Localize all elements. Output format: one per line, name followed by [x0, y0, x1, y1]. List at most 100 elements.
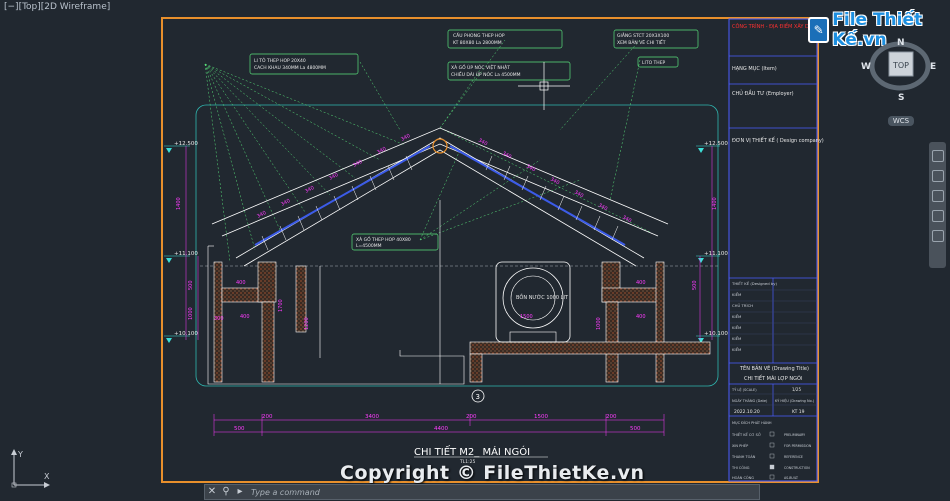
svg-text:400: 400 [636, 280, 646, 286]
callout-1-line1: LI TÔ THEP HOP 20X40 [254, 57, 306, 64]
svg-text:340: 340 [256, 210, 267, 220]
dim-bottom-5: 200 [606, 414, 617, 420]
callout-1-line2: CACH KHAU 340MM La 4800MM [254, 65, 326, 71]
tb-stage-en-5: AS-BUILT [784, 476, 798, 480]
dim-total: 4400 [434, 426, 448, 432]
callout-2-line2: KT 80X80 La 2800MM [453, 40, 502, 46]
svg-text:340: 340 [376, 146, 387, 156]
svg-text:500: 500 [692, 280, 698, 290]
tb-designer: ĐƠN VỊ THIẾT KẾ ( Design company) [732, 136, 824, 144]
command-input[interactable] [247, 485, 759, 499]
drawing-canvas[interactable]: LI TÔ THEP HOP 20X40 CACH KHAU 340MM La … [0, 0, 950, 501]
tb-team-row-6: KIỂM [732, 347, 741, 352]
svg-text:400: 400 [236, 280, 246, 286]
section-marker-label: 3 [476, 393, 480, 401]
svg-text:340: 340 [280, 198, 291, 208]
callout-5: LITO THEP [642, 60, 666, 66]
tb-stage-1: THIẾT KẾ CƠ SỞ [731, 431, 761, 437]
tb-stage-en-4: CONSTRUCTION [784, 466, 810, 470]
ucs-x-label: X [44, 472, 50, 481]
callout-4-line1: GIẰNG STCT 20X3X100 [617, 31, 669, 39]
dim-bottom-4: 1500 [534, 414, 548, 420]
tb-drawing-title: CHI TIẾT MÁI LỢP NGÓI [744, 374, 802, 382]
svg-text:340: 340 [304, 185, 315, 195]
svg-text:1400: 1400 [712, 197, 718, 210]
tb-item: HẠNG MỤC (Item) [732, 66, 777, 72]
viewcube-north[interactable]: N [897, 38, 905, 48]
svg-text:340: 340 [501, 150, 512, 160]
tb-sheet-label: KÝ HIỆU (Drawing No.) [775, 398, 815, 403]
tb-team-row-5: KIỂM [732, 336, 741, 341]
tb-sheet-value: KT 19 [792, 409, 805, 415]
tb-team-row-4: KIỂM [732, 325, 741, 330]
tb-scale-label: TỶ LỆ (SCALE) [731, 387, 757, 392]
svg-text:340: 340 [400, 133, 411, 143]
copyright-watermark: Copyright © FileThietKe.vn [340, 462, 645, 484]
tb-stage-en-1: PRELIMINARY [784, 433, 805, 437]
tb-stage-4: THI CÔNG [731, 465, 750, 470]
zoom-extents-icon[interactable] [931, 190, 944, 202]
full-navigation-wheel-icon[interactable] [931, 150, 944, 162]
customize-command-icon[interactable]: ⚲ [219, 485, 233, 499]
rafter-dimensions: 340 340 340 340 340 340 340 340 340 340 … [256, 133, 632, 224]
dim-bottom-2: 3400 [365, 414, 379, 420]
svg-text:500: 500 [188, 280, 194, 290]
tb-team-row-3: KIỂM [732, 314, 741, 319]
dim-bottom-1: 200 [262, 414, 273, 420]
viewcube-east[interactable]: E [930, 62, 936, 72]
water-tank [495, 261, 571, 343]
dim-side-right: 500 [630, 426, 641, 432]
callout-4-line2: XEM BẢN VẼ CHI TIẾT [617, 38, 666, 46]
dim-bottom-3: 200 [466, 414, 477, 420]
crosshair-cursor [518, 62, 570, 110]
tb-stage-3: THANH TOÁN [731, 454, 756, 459]
dim-side-left: 500 [234, 426, 245, 432]
tb-owner: CHỦ ĐẦU TƯ (Employer) [732, 89, 794, 97]
tb-date-value: 2022.10.20 [734, 409, 760, 415]
showmotion-icon[interactable] [931, 230, 944, 242]
tb-stage-en-2: FOR PERMISSION [784, 444, 812, 448]
orbit-icon[interactable] [931, 210, 944, 222]
viewcube[interactable]: TOP N S E W [860, 38, 940, 108]
callout-leaders [204, 39, 651, 263]
command-prompt-icon[interactable]: ▸ [233, 485, 247, 499]
pan-icon[interactable] [931, 170, 944, 182]
tb-stage-checkboxes [769, 431, 775, 480]
tank-label: BỒN NƯỚC 1000 LIT [516, 292, 569, 301]
ucs-icon: Y X [11, 449, 50, 488]
svg-text:1000: 1000 [596, 317, 602, 330]
callout-6-line2: L=4500MM [356, 243, 382, 249]
title-block-dividers [729, 55, 817, 417]
svg-text:340: 340 [328, 172, 339, 182]
interior-dims: 400 400 300 1700 1200 400 400 1500 1000 [214, 280, 646, 330]
svg-text:1400: 1400 [176, 197, 182, 210]
command-line[interactable]: ✕ ⚲ ▸ [204, 484, 760, 500]
watermark-logo-icon: ✎ [808, 17, 830, 43]
roof-tiles-right [449, 145, 626, 246]
navigation-bar[interactable] [929, 142, 946, 268]
svg-text:340: 340 [525, 163, 536, 173]
tb-stage-2: XIN PHÉP [732, 443, 748, 448]
svg-text:1500: 1500 [520, 314, 533, 320]
tb-team-row-1: KIỂM [732, 292, 741, 297]
svg-text:400: 400 [636, 314, 646, 320]
svg-text:1700: 1700 [278, 299, 284, 312]
bottom-dim-lines [213, 414, 665, 436]
tb-team-row-2: CHỦ TRÌCH [732, 303, 753, 308]
callout-3-line2: CHIỀU DÀI ÙP NÓC La 4500MM [451, 70, 521, 78]
close-command-icon[interactable]: ✕ [205, 485, 219, 499]
tb-drawing-title-label: TÊN BẢN VẼ (Drawing Title) [739, 364, 809, 372]
tb-stage-5: HOÀN CÔNG [732, 475, 754, 480]
viewcube-west[interactable]: W [861, 62, 871, 72]
level-right-top: +12.500 [704, 141, 728, 147]
tb-date-label: NGÀY THÁNG (Date) [732, 398, 768, 403]
tb-design-team: THIẾT KẾ (Designed by) [731, 280, 778, 286]
svg-text:340: 340 [352, 159, 363, 169]
svg-text:340: 340 [573, 189, 584, 199]
tb-scale-value: 1/25 [792, 387, 801, 392]
wcs-menu-button[interactable]: WCS [888, 116, 914, 126]
viewcube-south[interactable]: S [898, 93, 904, 103]
svg-text:300: 300 [214, 316, 224, 322]
svg-text:1200: 1200 [304, 317, 310, 330]
ucs-y-label: Y [17, 450, 23, 459]
